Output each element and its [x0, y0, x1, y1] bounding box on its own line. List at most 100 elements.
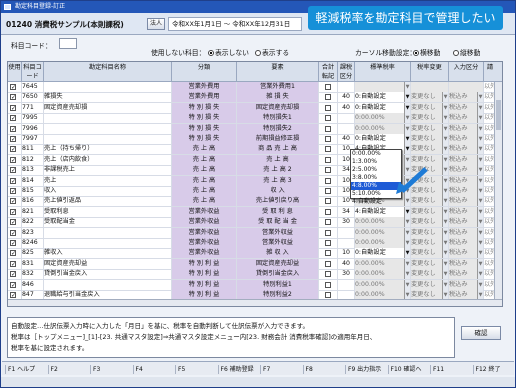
code-cell[interactable]: 815 [22, 186, 44, 196]
radio-hide[interactable]: 表示しない [208, 47, 249, 57]
total-checkbox[interactable] [325, 156, 331, 163]
chevron-down-icon[interactable]: ▼ [442, 154, 448, 165]
ratechg-cell[interactable]: 変更なし▼ [411, 123, 449, 134]
rate-cell[interactable]: 0:00.00%▼ [355, 113, 411, 124]
elem-cell[interactable]: 受 取 配 当 金 [237, 217, 319, 228]
chevron-down-icon[interactable]: ▼ [442, 217, 448, 228]
kazei-cell[interactable]: 40 [338, 134, 355, 144]
class-cell[interactable]: 売 上 高 [172, 144, 237, 155]
use-checkbox[interactable] [10, 270, 16, 279]
input-cell[interactable] [449, 82, 484, 92]
total-checkbox-cell[interactable] [319, 269, 338, 280]
name-cell[interactable]: 雑損失 [44, 92, 172, 103]
use-checkbox[interactable] [10, 260, 16, 269]
input-cell[interactable]: 税込み▼ [449, 196, 484, 207]
total-checkbox-cell[interactable] [319, 123, 338, 134]
input-cell[interactable]: 税込み▼ [449, 165, 484, 176]
rate-cell[interactable]: 4:自動設定▼ [355, 206, 411, 217]
chevron-down-icon[interactable]: ▼ [404, 206, 410, 217]
ratechg-cell[interactable]: 変更なし▼ [411, 144, 449, 155]
function-key[interactable]: F5 [175, 365, 215, 374]
use-checkbox[interactable] [10, 291, 16, 300]
name-cell[interactable]: 固定資産売却損 [44, 102, 172, 113]
elem-cell[interactable]: 営業外費用1 [237, 82, 319, 92]
total-checkbox[interactable] [325, 104, 331, 111]
function-key[interactable]: F11 [430, 365, 470, 374]
code-cell[interactable]: 822 [22, 217, 44, 228]
total-checkbox[interactable] [325, 281, 331, 288]
class-cell[interactable]: 営業外収益 [172, 238, 237, 248]
table-row[interactable]: 816 売上値引返品 売 上 高 売上値引戻り高 10 5:10.00%▼ 変更… [8, 196, 502, 208]
chevron-down-icon[interactable]: ▼ [477, 165, 483, 176]
use-checkbox-cell[interactable] [8, 92, 22, 103]
dropdown-option[interactable]: 0:00.00% [351, 150, 401, 158]
function-key[interactable]: F1 ヘルプ [5, 365, 45, 374]
chevron-down-icon[interactable]: ▼ [442, 123, 448, 134]
code-input[interactable] [59, 38, 77, 49]
function-key[interactable]: F9 出力指示 [345, 365, 385, 374]
chevron-down-icon[interactable]: ▼ [477, 279, 483, 290]
chevron-down-icon[interactable]: ▼ [404, 144, 410, 155]
class-cell[interactable]: 特 別 損 失 [172, 102, 237, 113]
total-checkbox[interactable] [325, 94, 331, 101]
chevron-down-icon[interactable]: ▼ [477, 248, 483, 259]
use-checkbox[interactable] [10, 187, 16, 196]
total-checkbox-cell[interactable] [319, 134, 338, 144]
chevron-down-icon[interactable]: ▼ [404, 248, 410, 259]
chevron-down-icon[interactable]: ▼ [442, 144, 448, 155]
chevron-down-icon[interactable]: ▼ [404, 113, 410, 124]
ratechg-cell[interactable]: 変更なし▼ [411, 92, 449, 103]
class-cell[interactable]: 営業外費用 [172, 92, 237, 103]
class-cell[interactable]: 特 別 損 失 [172, 113, 237, 124]
total-checkbox[interactable] [325, 271, 331, 278]
chevron-down-icon[interactable]: ▼ [442, 102, 448, 113]
use-checkbox-cell[interactable] [8, 123, 22, 134]
table-row[interactable]: 822 受取配当金 営業外収益 受 取 配 当 金 30 0:00.00%▼ 変… [8, 217, 502, 229]
use-checkbox-cell[interactable] [8, 258, 22, 269]
total-checkbox-cell[interactable] [319, 217, 338, 228]
use-checkbox-cell[interactable] [8, 269, 22, 280]
chevron-down-icon[interactable]: ▼ [442, 186, 448, 196]
use-checkbox[interactable] [10, 125, 16, 134]
total-checkbox-cell[interactable] [319, 279, 338, 290]
elem-cell[interactable]: 売上値引戻り高 [237, 196, 319, 207]
chevron-down-icon[interactable]: ▼ [404, 102, 410, 113]
code-cell[interactable]: 7997 [22, 134, 44, 144]
kazei-cell[interactable] [338, 113, 355, 124]
chevron-down-icon[interactable]: ▼ [442, 175, 448, 186]
class-cell[interactable]: 特 別 利 益 [172, 269, 237, 280]
rate-cell[interactable]: ▼ [355, 82, 411, 92]
ratechg-cell[interactable]: 変更なし▼ [411, 248, 449, 259]
chevron-down-icon[interactable]: ▼ [442, 248, 448, 259]
confirm-button[interactable]: 確認 [461, 326, 501, 340]
name-cell[interactable]: 受取配当金 [44, 217, 172, 228]
table-row[interactable]: 8246 営業外収益 営業外収益 0:00.00%▼ 変更なし▼ 税込み▼以外 [8, 238, 502, 249]
chevron-down-icon[interactable]: ▼ [442, 92, 448, 103]
total-checkbox-cell[interactable] [319, 227, 338, 238]
use-checkbox-cell[interactable] [8, 206, 22, 217]
col-class[interactable]: 分類 [172, 62, 237, 82]
table-row[interactable]: 821 受取利息 営業外収益 受 取 利 息 34 4:自動設定▼ 変更なし▼ … [8, 206, 502, 218]
col-total[interactable]: 合計転記 [319, 62, 338, 82]
class-cell[interactable]: 営業外費用 [172, 82, 237, 92]
chevron-down-icon[interactable]: ▼ [477, 113, 483, 124]
elem-cell[interactable]: 前期損益修正損 [237, 134, 319, 144]
use-checkbox[interactable] [10, 177, 16, 186]
ratechg-cell[interactable] [411, 82, 449, 92]
elem-cell[interactable]: 雑 収 入 [237, 248, 319, 259]
vertical-scrollbar[interactable] [494, 82, 502, 306]
total-checkbox-cell[interactable] [319, 196, 338, 207]
use-checkbox[interactable] [10, 166, 16, 175]
rate-cell[interactable]: 0:自動設定 ▼ [355, 92, 411, 103]
chevron-down-icon[interactable]: ▼ [477, 175, 483, 186]
rate-cell[interactable]: 0:00.00%▼ [355, 123, 411, 134]
name-cell[interactable]: 売上（持ち帰り） [44, 144, 172, 155]
elem-cell[interactable]: 貸倒引当金戻入 [237, 269, 319, 280]
kazei-cell[interactable]: 10 [338, 248, 355, 259]
name-cell[interactable]: 受取利息 [44, 206, 172, 217]
function-key[interactable]: F6 補助登録 [217, 365, 258, 374]
elem-cell[interactable]: 売 上 高 3 [237, 175, 319, 186]
kazei-cell[interactable] [338, 82, 355, 92]
chevron-down-icon[interactable]: ▼ [477, 92, 483, 103]
class-cell[interactable]: 売 上 高 [172, 186, 237, 196]
